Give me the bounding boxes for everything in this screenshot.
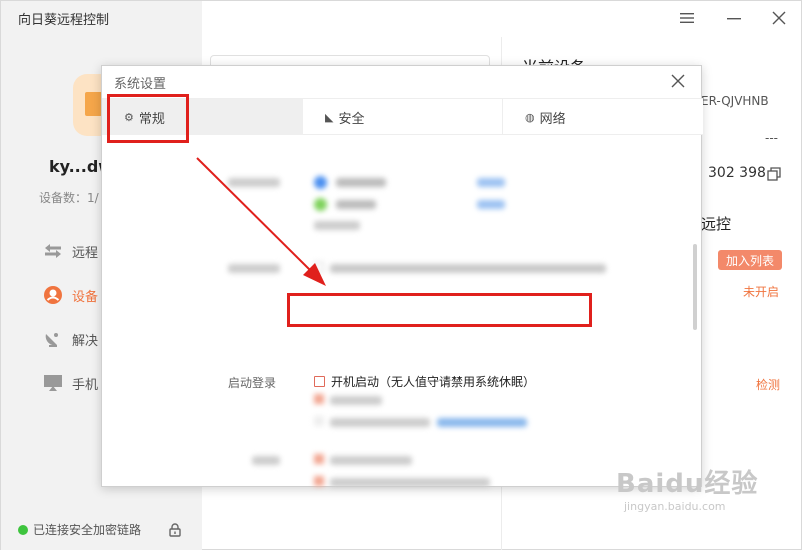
baidu-watermark: Baidu经验 jingyan.baidu.com [616, 463, 758, 513]
watermark-logo: Baidu经验 [616, 469, 759, 499]
watermark-url: jingyan.baidu.com [624, 500, 726, 513]
app-window: 向日葵远程控制 ky...dw 设备数：1/ 远程 设备 解决 手机 已连接安全… [0, 0, 802, 550]
